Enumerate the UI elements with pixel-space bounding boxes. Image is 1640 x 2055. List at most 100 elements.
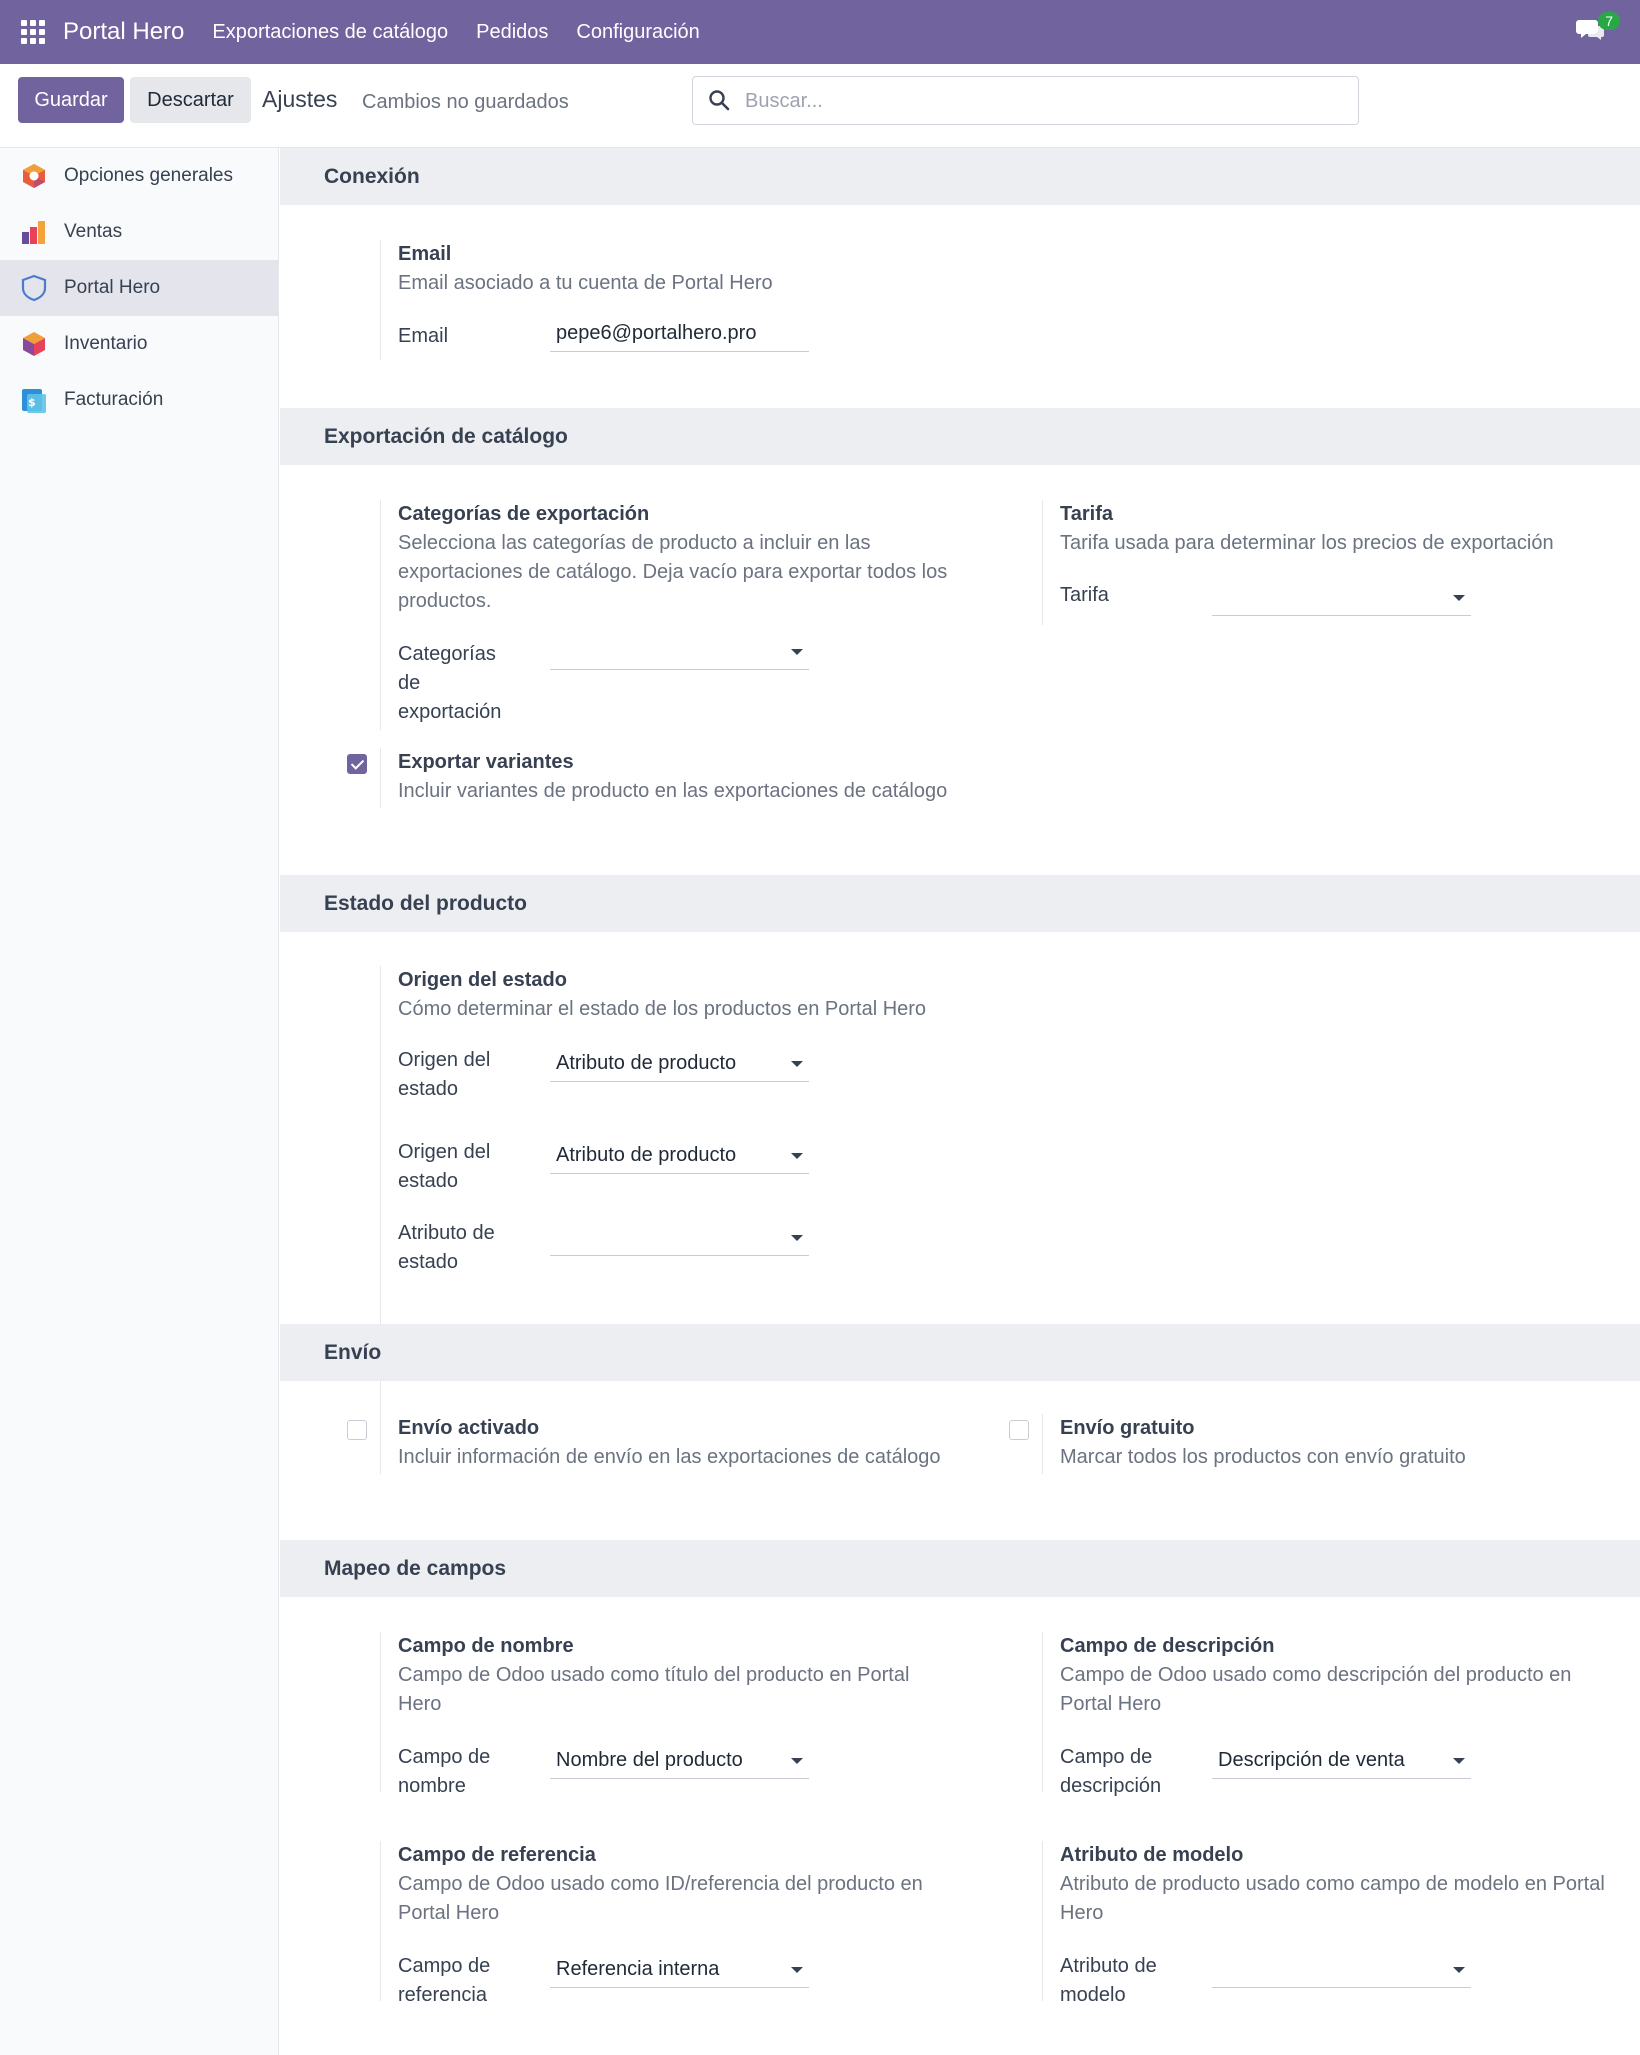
model-attribute-field-label: Atributo de modelo [1060,1955,1157,2006]
messages-count-badge: 7 [1598,12,1620,30]
reference-field-value: Referencia interna [556,1958,720,1980]
top-navbar: Portal Hero Exportaciones de catálogo Pe… [0,0,1640,64]
email-field[interactable]: pepe6@portalhero.pro [550,316,809,352]
sidebar-item-invoicing[interactable]: $ Facturación [0,372,278,428]
setting-description: Marcar todos los productos con envío gra… [1060,1446,1466,1468]
setting-description: Campo de Odoo usado como descripción del… [1060,1664,1572,1715]
state-origin-value-2: Atributo de producto [556,1144,737,1166]
setting-model-attribute: Atributo de modelo Atributo de producto … [1042,1841,1622,2006]
setting-shipping-enabled: Envío activado Incluir información de en… [380,1414,980,1474]
setting-title: Campo de nombre [398,1635,574,1657]
chevron-down-icon [791,1235,803,1241]
chevron-down-icon [791,649,803,655]
name-field-select[interactable]: Nombre del producto [550,1743,809,1779]
general-settings-icon [23,164,45,188]
svg-text:$: $ [28,396,36,409]
chevron-down-icon [791,1967,803,1973]
setting-description: Cómo determinar el estado de los product… [398,998,927,1020]
setting-description: Selecciona las categorías de producto a … [398,532,948,612]
setting-email: Email Email asociado a tu cuenta de Port… [380,240,980,360]
setting-title: Campo de referencia [398,1844,596,1866]
invoicing-icon: $ [22,389,46,413]
state-origin-select[interactable]: Atributo de producto [550,1046,809,1082]
control-panel: Guardar Descartar Ajustes Cambios no gua… [0,64,1640,148]
setting-description-field: Campo de descripción Campo de Odoo usado… [1042,1632,1622,1797]
messages-button[interactable]: 7 [1576,12,1620,44]
sidebar-item-sales[interactable]: Ventas [0,204,278,260]
page-title: Ajustes [262,86,338,112]
menu-configuration[interactable]: Configuración [576,21,699,44]
settings-sidebar: Opciones generales Ventas Portal Hero In… [0,148,279,2055]
name-field-value: Nombre del producto [556,1749,743,1771]
reference-field-label: Campo de referencia [398,1955,491,2006]
chevron-down-icon [1453,1758,1465,1764]
search-input[interactable] [745,87,1325,115]
state-attribute-field-label: Atributo de estado [398,1222,495,1273]
sidebar-item-inventory[interactable]: Inventario [0,316,278,372]
save-button[interactable]: Guardar [18,77,124,123]
setting-description: Tarifa usada para determinar los precios… [1060,532,1554,554]
chevron-down-icon [1453,1967,1465,1973]
setting-title: Envío gratuito [1060,1417,1195,1439]
sidebar-item-portal-hero[interactable]: Portal Hero [0,260,278,316]
free-shipping-checkbox[interactable] [1009,1420,1029,1440]
setting-description: Atributo de producto usado como campo de… [1060,1873,1605,1924]
sidebar-item-label: Portal Hero [64,277,161,298]
section-header-field-mapping: Mapeo de campos [280,1540,1640,1597]
setting-description: Incluir variantes de producto en las exp… [398,780,948,802]
setting-title: Origen del estado [398,969,567,991]
description-field-value: Descripción de venta [1218,1749,1405,1771]
export-categories-select[interactable] [550,634,809,670]
sidebar-item-general-settings[interactable]: Opciones generales [0,148,278,204]
chevron-down-icon [791,1758,803,1764]
chevron-down-icon [791,1061,803,1067]
pricelist-select[interactable] [1212,580,1471,616]
setting-pricelist: Tarifa Tarifa usada para determinar los … [1042,500,1622,625]
search-icon [709,90,730,111]
setting-description: Campo de Odoo usado como título del prod… [398,1664,910,1715]
model-attribute-select[interactable] [1212,1952,1471,1988]
state-origin-value: Atributo de producto [556,1052,737,1074]
setting-title: Email [398,243,452,265]
setting-description: Campo de Odoo usado como ID/referencia d… [398,1873,923,1924]
export-categories-field-label: Categorías de exportación [398,643,502,723]
state-origin-select-2[interactable]: Atributo de producto [550,1138,809,1174]
sidebar-item-label: Facturación [64,389,164,410]
setting-description: Email asociado a tu cuenta de Portal Her… [398,272,773,294]
sidebar-item-label: Inventario [64,333,148,354]
section-header-catalog-export: Exportación de catálogo [280,408,1640,465]
setting-reference-field: Campo de referencia Campo de Odoo usado … [380,1841,980,2006]
description-field-select[interactable]: Descripción de venta [1212,1743,1471,1779]
reference-field-select[interactable]: Referencia interna [550,1952,809,1988]
section-header-shipping: Envío [280,1324,1640,1381]
setting-description: Incluir información de envío en las expo… [398,1446,941,1468]
setting-title: Campo de descripción [1060,1635,1275,1657]
menu-catalog-exports[interactable]: Exportaciones de catálogo [212,21,448,44]
section-header-product-state: Estado del producto [280,875,1640,932]
inventory-icon [23,332,45,356]
setting-export-categories: Categorías de exportación Selecciona las… [380,500,980,730]
section-header-connection: Conexión [280,148,1640,205]
settings-content: Conexión Email Email asociado a tu cuent… [280,148,1640,2055]
state-attribute-select[interactable] [550,1220,809,1256]
setting-name-field: Campo de nombre Campo de Odoo usado como… [380,1632,980,1797]
state-origin-field-label-2: Origen del estado [398,1141,491,1192]
setting-title: Exportar variantes [398,751,574,773]
search-box[interactable] [692,76,1359,125]
setting-title: Atributo de modelo [1060,1844,1244,1866]
sidebar-item-label: Ventas [64,221,123,242]
shipping-enabled-checkbox[interactable] [347,1420,367,1440]
setting-title: Categorías de exportación [398,503,650,525]
setting-free-shipping: Envío gratuito Marcar todos los producto… [1042,1414,1622,1474]
setting-title: Tarifa [1060,503,1113,525]
export-variants-checkbox[interactable] [347,754,367,774]
discard-button[interactable]: Descartar [130,77,251,123]
pricelist-field-label: Tarifa [1060,584,1109,606]
portal-hero-shield-icon [21,274,47,302]
unsaved-changes-indicator: Cambios no guardados [362,91,569,113]
setting-export-variants: Exportar variantes Incluir variantes de … [380,748,1000,808]
app-brand[interactable]: Portal Hero [63,18,184,46]
state-origin-field-label: Origen del estado [398,1049,491,1100]
app-menu-grid-icon[interactable] [19,18,47,46]
menu-orders[interactable]: Pedidos [476,21,548,44]
